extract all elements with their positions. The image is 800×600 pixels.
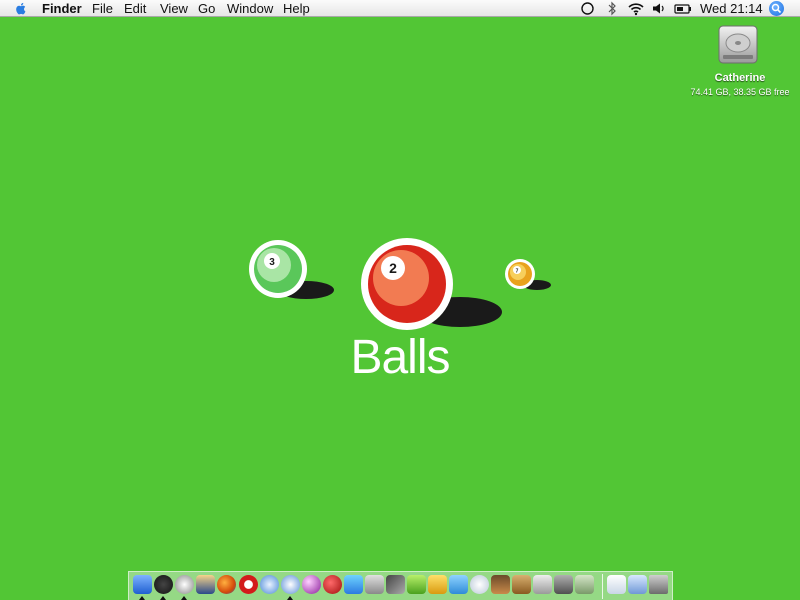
camino-icon[interactable] — [281, 575, 300, 594]
circle-status-icon[interactable] — [580, 1, 595, 16]
pen-app-icon[interactable] — [386, 575, 405, 594]
apple-menu-icon[interactable] — [13, 1, 29, 16]
ball-3-icon: 3 — [249, 240, 334, 299]
battery-icon[interactable] — [674, 1, 692, 16]
notebook-icon[interactable] — [512, 575, 531, 594]
ball-2-icon: 2 — [361, 238, 502, 330]
running-indicator — [160, 596, 166, 600]
running-indicator — [139, 596, 145, 600]
stuffit-icon[interactable] — [554, 575, 573, 594]
ball-2-number: 2 — [389, 260, 397, 276]
menu-go[interactable]: Go — [198, 1, 215, 16]
messenger-icon[interactable] — [344, 575, 363, 594]
safari-icon[interactable] — [260, 575, 279, 594]
firefox-icon[interactable] — [217, 575, 236, 594]
menu-edit[interactable]: Edit — [124, 1, 146, 16]
photo-app-icon[interactable] — [491, 575, 510, 594]
ball-3-number: 3 — [269, 257, 275, 268]
dock — [128, 571, 673, 600]
logo-wordmark: Balls — [350, 331, 450, 384]
applications-folder-icon[interactable] — [628, 575, 647, 594]
hard-drive-info: 74.41 GB, 38.35 GB free — [690, 87, 790, 97]
dock-separator — [602, 574, 603, 599]
ruby-icon[interactable] — [323, 575, 342, 594]
trash-icon[interactable] — [649, 575, 668, 594]
menu-file[interactable]: File — [92, 1, 113, 16]
menu-help[interactable]: Help — [283, 1, 310, 16]
p-app-icon[interactable] — [428, 575, 447, 594]
wifi-icon[interactable] — [627, 1, 645, 16]
running-indicator — [181, 596, 187, 600]
itunes-icon[interactable] — [470, 575, 489, 594]
menu-bar: Finder File Edit View Go Window Help Wed… — [0, 0, 800, 17]
y-app-icon[interactable] — [407, 575, 426, 594]
orb-icon[interactable] — [302, 575, 321, 594]
hard-drive-icon[interactable] — [716, 24, 760, 66]
finder-icon[interactable] — [133, 575, 152, 594]
ball-7-number: 7 — [516, 269, 519, 275]
u-app-icon[interactable] — [449, 575, 468, 594]
volume-icon[interactable] — [651, 1, 666, 16]
menu-window[interactable]: Window — [227, 1, 273, 16]
spotlight-icon[interactable] — [769, 1, 784, 16]
sidebar-app-icon[interactable] — [365, 575, 384, 594]
menu-clock[interactable]: Wed 21:14 — [700, 1, 763, 16]
system-prefs-icon[interactable] — [533, 575, 552, 594]
menu-view[interactable]: View — [160, 1, 188, 16]
sync-icon[interactable] — [175, 575, 194, 594]
documents-folder-icon[interactable] — [607, 575, 626, 594]
hard-drive-name: Catherine — [714, 72, 766, 84]
ball-7-icon: 7 — [505, 259, 551, 290]
opera-icon[interactable] — [239, 575, 258, 594]
bluetooth-icon[interactable] — [606, 1, 618, 16]
menu-app-finder[interactable]: Finder — [42, 1, 82, 16]
dashboard-icon[interactable] — [154, 575, 173, 594]
mail-icon[interactable] — [196, 575, 215, 594]
running-indicator — [287, 596, 293, 600]
utility-icon[interactable] — [575, 575, 594, 594]
